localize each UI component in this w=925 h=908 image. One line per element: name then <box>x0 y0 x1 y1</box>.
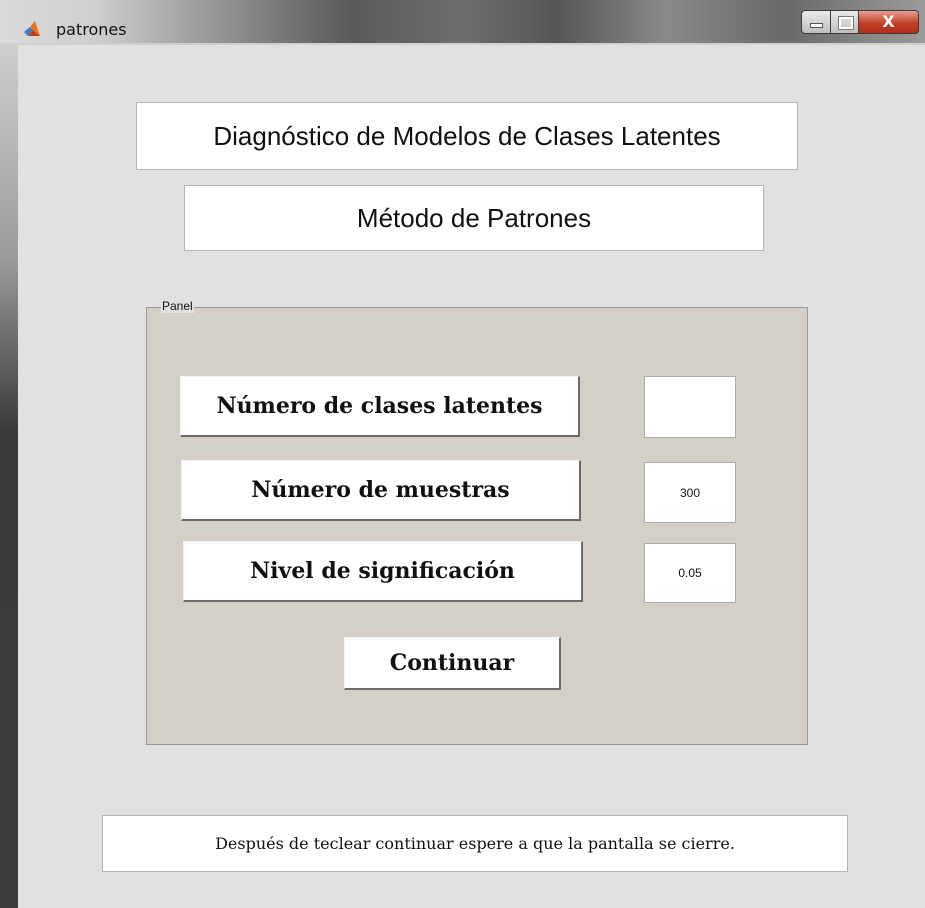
window-controls: X <box>801 10 919 34</box>
minimize-button[interactable] <box>801 10 831 34</box>
window-title: patrones <box>56 20 127 39</box>
background-window-edge <box>0 43 18 908</box>
close-button[interactable]: X <box>859 10 919 34</box>
figure-window: Diagnóstico de Modelos de Clases Latente… <box>18 43 925 908</box>
num-samples-field[interactable]: 300 <box>644 462 736 523</box>
panel-label: Panel <box>161 299 194 313</box>
continue-button[interactable]: Continuar <box>344 637 561 690</box>
significance-level-button[interactable]: Nivel de significación <box>183 541 583 602</box>
num-samples-button[interactable]: Número de muestras <box>181 460 581 521</box>
matlab-logo-icon <box>24 21 40 36</box>
instruction-note: Después de teclear continuar espere a qu… <box>102 815 848 872</box>
num-latent-classes-button[interactable]: Número de clases latentes <box>180 376 580 437</box>
significance-level-field[interactable]: 0.05 <box>644 543 736 603</box>
title-bar: patrones X <box>0 0 925 43</box>
close-icon: X <box>882 12 895 31</box>
method-subtitle: Método de Patrones <box>184 185 764 251</box>
parameters-panel: Panel Número de clases latentes Número d… <box>146 299 808 745</box>
maximize-button[interactable] <box>831 10 859 34</box>
num-latent-classes-field[interactable] <box>644 376 736 438</box>
main-title: Diagnóstico de Modelos de Clases Latente… <box>136 102 798 170</box>
